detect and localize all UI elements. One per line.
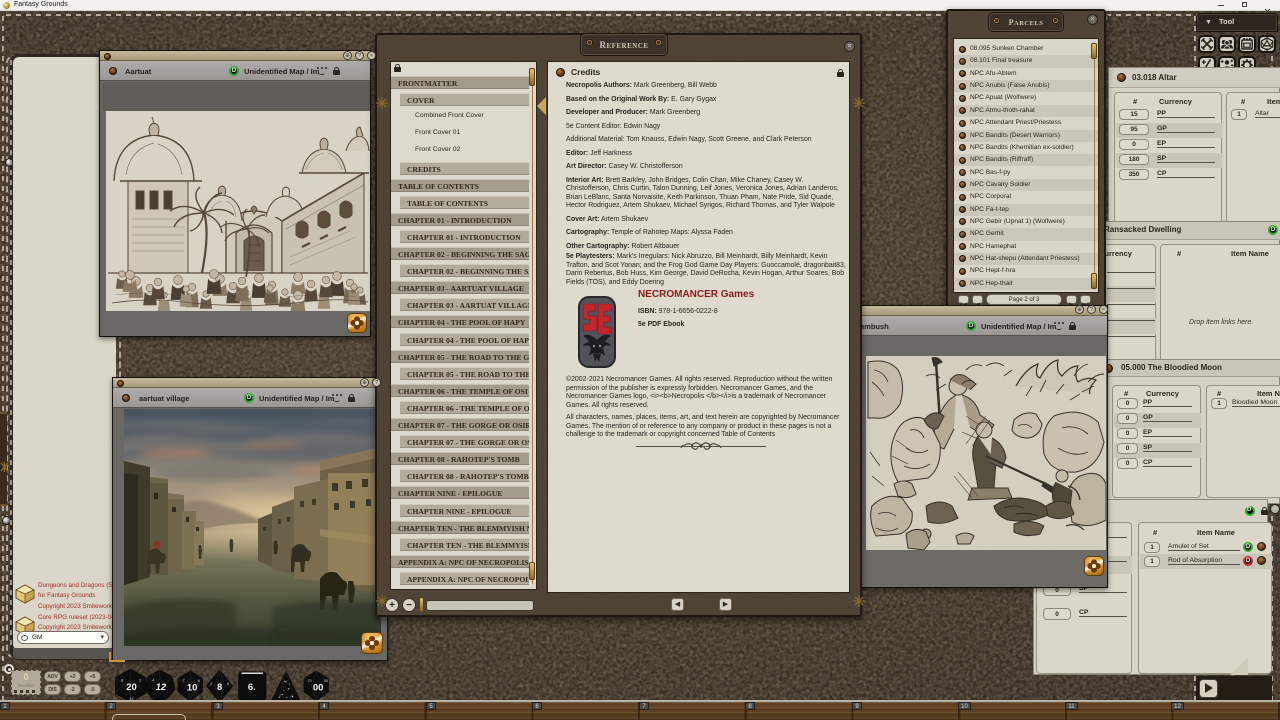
svg-text:6: 6 (227, 682, 229, 686)
svg-text:8: 8 (121, 678, 123, 682)
svg-text:2: 2 (183, 678, 185, 682)
svg-text:12: 12 (156, 682, 167, 693)
svg-text:2: 2 (139, 678, 141, 682)
svg-text:2: 2 (210, 682, 212, 686)
svg-text:00: 00 (313, 683, 324, 694)
svg-text:6: 6 (198, 679, 200, 683)
svg-text:10: 10 (187, 683, 198, 694)
svg-text:70: 70 (308, 679, 312, 683)
svg-text:20: 20 (126, 682, 137, 693)
svg-text:30: 30 (324, 679, 328, 683)
svg-text:2: 2 (279, 693, 281, 697)
svg-text:8: 8 (217, 682, 222, 693)
svg-text:4: 4 (152, 678, 154, 682)
svg-text:6.: 6. (248, 682, 256, 693)
